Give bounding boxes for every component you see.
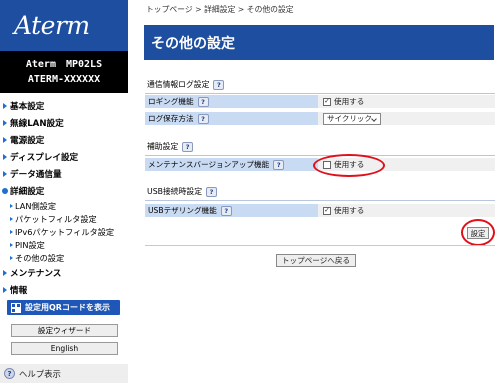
usb-tethering-label: USBテザリング機能 <box>148 206 217 215</box>
usb-tethering-checkbox[interactable]: ✓ <box>323 206 331 215</box>
divider <box>145 200 495 201</box>
section-usb: USB接続時設定 ? <box>147 186 217 197</box>
highlight-ellipse <box>461 219 495 246</box>
page-title: その他の設定 <box>151 35 235 52</box>
arrow-icon <box>10 203 13 208</box>
sidebar-subitem-other[interactable]: その他の設定 <box>0 251 128 264</box>
sidebar-subitem-ipv6-filter[interactable]: IPv6パケットフィルタ設定 <box>0 225 128 238</box>
sidebar-subitem-lan[interactable]: LAN側設定 <box>0 199 128 212</box>
divider <box>145 155 495 156</box>
arrow-icon <box>10 255 13 260</box>
sidebar-subitem-pin[interactable]: PIN設定 <box>0 238 128 251</box>
log-method-label: ログ保存方法 <box>148 114 194 123</box>
arrow-icon <box>3 119 7 126</box>
arrow-icon <box>10 216 13 221</box>
logo-area: Aterm <box>0 0 128 51</box>
maintenance-update-label: メンテナンスバージョンアップ機能 <box>148 160 270 169</box>
sidebar-item-maintenance[interactable]: メンテナンス <box>0 264 128 281</box>
model-name: Aterm MP02LS <box>25 59 103 70</box>
highlight-ellipse <box>313 154 385 177</box>
arrow-icon <box>10 229 13 234</box>
sidebar-item-info[interactable]: 情報 <box>0 281 128 298</box>
model-info: Aterm MP02LS ATERM-XXXXXX <box>0 51 128 93</box>
device-id: ATERM-XXXXXX <box>27 74 101 85</box>
row-usb-tethering: USBテザリング機能 ? ✓ 使用する <box>145 204 495 218</box>
arrow-icon <box>3 153 7 160</box>
help-icon: ? <box>4 368 15 379</box>
chevron-down-icon <box>371 115 377 122</box>
help-question-icon[interactable]: ? <box>220 205 232 216</box>
sidebar-item-advanced[interactable]: 詳細設定 <box>0 182 128 199</box>
aterm-logo: Aterm <box>14 11 90 40</box>
show-qr-button[interactable]: 設定用QRコードを表示 <box>7 300 120 315</box>
section-assist: 補助設定 ? <box>147 141 194 152</box>
help-toggle[interactable]: ? ヘルプ表示 <box>0 364 128 383</box>
sidebar-item-basic[interactable]: 基本設定 <box>0 97 128 114</box>
row-logging: ロギング機能 ? ✓ 使用する <box>145 95 495 109</box>
sidebar-subitem-packet-filter[interactable]: パケットフィルタ設定 <box>0 212 128 225</box>
help-question-icon[interactable]: ? <box>213 79 225 90</box>
sidebar-item-wlan[interactable]: 無線LAN設定 <box>0 114 128 131</box>
row-log-method: ログ保存方法 ? サイクリック <box>145 112 495 126</box>
english-button[interactable]: English <box>11 342 118 355</box>
help-question-icon[interactable]: ? <box>273 159 285 170</box>
help-question-icon[interactable]: ? <box>197 96 209 107</box>
sidebar-item-display[interactable]: ディスプレイ設定 <box>0 148 128 165</box>
qr-code-icon <box>11 302 21 313</box>
arrow-icon <box>10 242 13 247</box>
help-question-icon[interactable]: ? <box>182 141 194 152</box>
log-method-select[interactable]: サイクリック <box>323 112 381 125</box>
main-content: トップページ > 詳細設定 > その他の設定 その他の設定 通信情報ログ設定 ?… <box>141 0 500 389</box>
sidebar-item-power[interactable]: 電源設定 <box>0 131 128 148</box>
divider <box>145 93 495 94</box>
page-title-bar: その他の設定 <box>144 25 494 60</box>
help-question-icon[interactable]: ? <box>206 186 217 197</box>
checkbox-label: 使用する <box>334 97 365 106</box>
arrow-icon <box>3 269 7 276</box>
arrow-icon <box>3 136 7 143</box>
section-comm-log: 通信情報ログ設定 ? <box>147 79 225 90</box>
checkbox-label: 使用する <box>334 206 365 215</box>
setup-wizard-button[interactable]: 設定ウィザード <box>11 324 118 337</box>
divider <box>145 245 495 246</box>
arrow-icon <box>3 170 7 177</box>
sidebar-nav: 基本設定 無線LAN設定 電源設定 ディスプレイ設定 データ通信量 詳細設定 L… <box>0 93 128 298</box>
arrow-icon <box>3 286 7 293</box>
back-to-top-button[interactable]: トップページへ戻る <box>276 254 356 267</box>
sidebar: Aterm Aterm MP02LS ATERM-XXXXXX 基本設定 無線L… <box>0 0 128 389</box>
sidebar-item-data-usage[interactable]: データ通信量 <box>0 165 128 182</box>
help-question-icon[interactable]: ? <box>197 113 209 124</box>
arrow-icon <box>3 102 7 109</box>
logging-checkbox[interactable]: ✓ <box>323 97 331 106</box>
breadcrumb: トップページ > 詳細設定 > その他の設定 <box>146 5 294 14</box>
bullet-icon <box>2 187 8 194</box>
logging-label: ロギング機能 <box>148 97 194 106</box>
